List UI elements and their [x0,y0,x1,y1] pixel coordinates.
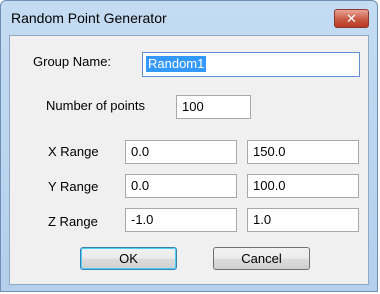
x-range-label: X Range [48,144,99,159]
x-range-max-field[interactable]: 150.0 [247,140,359,164]
title-bar[interactable]: Random Point Generator ✕ [1,1,377,35]
z-range-max-field[interactable]: 1.0 [247,208,359,232]
z-range-min-field[interactable]: -1.0 [125,208,237,232]
group-name-label: Group Name: [33,54,112,69]
close-icon: ✕ [346,11,357,26]
number-of-points-label: Number of points [46,98,145,113]
group-name-field[interactable]: Random1 [142,52,360,77]
close-button[interactable]: ✕ [334,9,369,28]
group-name-value: Random1 [146,56,207,72]
ok-button[interactable]: OK [80,247,177,270]
y-range-max-field[interactable]: 100.0 [247,174,359,198]
number-of-points-field[interactable]: 100 [176,95,251,119]
z-range-label: Z Range [48,214,98,229]
x-range-min-field[interactable]: 0.0 [125,140,237,164]
dialog-title: Random Point Generator [11,10,167,26]
dialog-body: Group Name: Random1 Number of points 100… [9,35,369,285]
y-range-min-field[interactable]: 0.0 [125,174,237,198]
cancel-button[interactable]: Cancel [213,247,310,270]
y-range-label: Y Range [48,179,99,194]
dialog-window: Random Point Generator ✕ Group Name: Ran… [0,0,378,292]
